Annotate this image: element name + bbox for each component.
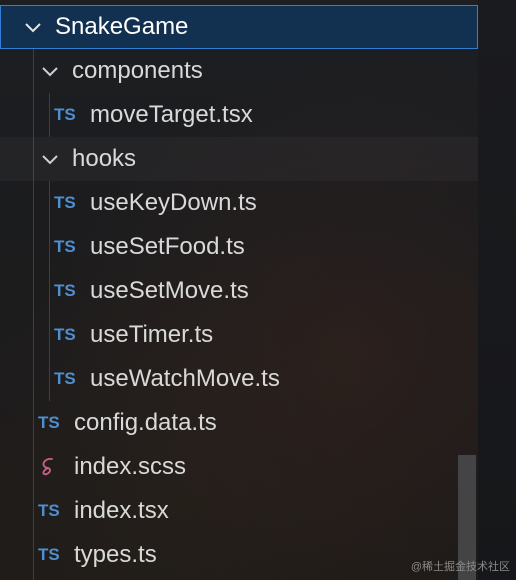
tree-item-file[interactable]: TS config.data.ts [0,401,478,445]
tree-item-file[interactable]: TS moveTarget.tsx [0,93,478,137]
sass-icon [38,456,66,478]
tree-item-file[interactable]: TS useSetMove.ts [0,269,478,313]
file-label: config.data.ts [74,409,217,436]
file-label: useTimer.ts [90,321,214,348]
watermark: @稀土掘金技术社区 [410,561,510,573]
tree-item-hooks-folder[interactable]: hooks [0,137,478,181]
file-explorer: SnakeGame components TS moveTarget.tsx h… [0,0,516,580]
file-label: useSetMove.ts [90,277,249,304]
file-label: types.ts [74,541,157,568]
folder-label: components [72,57,203,84]
file-label: useSetFood.ts [90,233,245,260]
typescript-icon: TS [38,545,60,564]
folder-label: hooks [72,145,137,172]
typescript-icon: TS [38,413,60,432]
chevron-down-icon [38,59,62,83]
tree-item-file[interactable]: TS index.tsx [0,489,478,533]
file-label: useWatchMove.ts [90,365,280,392]
typescript-icon: TS [54,237,76,256]
typescript-icon: TS [54,369,76,388]
tree-item-file[interactable]: TS useKeyDown.ts [0,181,478,225]
tree-item-file[interactable]: index.scss [0,445,478,489]
typescript-icon: TS [54,325,76,344]
tree-item-snakegame-folder[interactable]: SnakeGame [0,5,478,49]
tree-item-file[interactable]: TS useSetFood.ts [0,225,478,269]
chevron-down-icon [38,147,62,171]
panel-edge [478,0,516,580]
typescript-icon: TS [54,105,76,124]
typescript-icon: TS [54,281,76,300]
tree-item-file[interactable]: TS useWatchMove.ts [0,357,478,401]
file-label: index.scss [74,453,187,480]
file-label: moveTarget.tsx [90,101,253,128]
tree-item-file[interactable]: TS types.ts [0,533,478,577]
folder-label: SnakeGame [55,13,189,40]
file-label: index.tsx [74,497,169,524]
tree-item-file[interactable]: TS useTimer.ts [0,313,478,357]
tree-item-components-folder[interactable]: components [0,49,478,93]
file-label: useKeyDown.ts [90,189,257,216]
chevron-down-icon [21,15,45,39]
typescript-icon: TS [38,501,60,520]
typescript-icon: TS [54,193,76,212]
